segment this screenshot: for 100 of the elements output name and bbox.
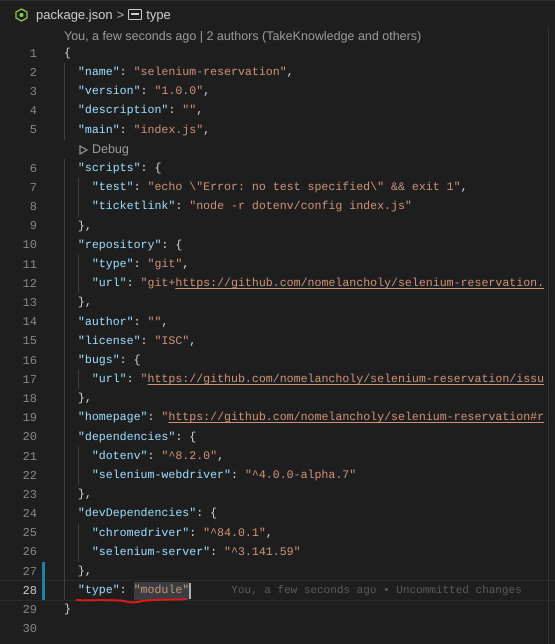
json-key: "selenium-server": [64, 544, 210, 562]
punctuation: :: [148, 410, 156, 426]
punctuation: ,: [196, 103, 204, 120]
json-key: "scripts": [64, 160, 141, 178]
string-value: "selenium-reservation": [134, 65, 287, 82]
string-value: "1.0.0": [154, 84, 204, 100]
string-value: "ISC": [154, 334, 190, 350]
punctuation: },: [76, 487, 92, 504]
punctuation: }: [64, 602, 71, 618]
json-key: "ticketlink": [64, 198, 176, 216]
selected-string: "module": [134, 582, 190, 600]
json-key: "description": [64, 102, 168, 120]
breadcrumb-file[interactable]: package.json: [36, 4, 113, 24]
json-key: "repository": [64, 236, 162, 254]
punctuation: },: [76, 218, 92, 235]
string-value: "^3.141.59": [224, 544, 301, 561]
play-icon: [79, 144, 88, 155]
punctuation: ,: [266, 526, 273, 542]
line-number: 3: [28, 84, 37, 101]
string-value: ": [161, 410, 168, 426]
text-cursor: [189, 582, 192, 599]
json-key: "test": [64, 179, 134, 197]
blame-header[interactable]: You, a few seconds ago | 2 authors (TakeKnowledge and others): [64, 26, 422, 46]
punctuation: :: [120, 122, 128, 139]
json-key: "type": [64, 256, 134, 274]
punctuation: :: [134, 180, 142, 196]
punctuation: :: [134, 256, 142, 273]
json-key: "url": [64, 371, 127, 388]
punctuation: :: [230, 468, 239, 484]
string-symbol-icon: [128, 9, 142, 20]
json-key: "selenium-webdriver": [64, 467, 231, 484]
url-link[interactable]: https://github.com/nomelancholy/selenium-reservation/issu: [148, 371, 544, 388]
string-value: "^4.0.0-alpha.7": [244, 468, 356, 484]
line-number: 29: [22, 602, 37, 620]
url-link[interactable]: https://github.com/nomelancholy/selenium-reservation#r: [168, 409, 544, 427]
punctuation: {: [64, 46, 71, 62]
json-key: "devDependencies": [64, 505, 196, 523]
punctuation: },: [76, 564, 92, 580]
punctuation: :: [134, 314, 142, 331]
punctuation: :: [168, 103, 176, 120]
punctuation: : {: [175, 430, 196, 446]
line-number: 18: [22, 390, 37, 408]
json-key: "license": [64, 332, 141, 350]
node-file-icon: [15, 8, 28, 22]
line-number: 5: [28, 122, 37, 140]
line-number: 28: [22, 582, 37, 600]
json-key: "bugs": [64, 352, 120, 370]
string-value: "index.js": [134, 122, 204, 139]
debug-codelens[interactable]: Debug: [79, 140, 129, 159]
string-value: ": [140, 372, 148, 388]
string-value: "^8.2.0": [161, 448, 218, 465]
string-value: "git+: [140, 276, 176, 292]
string-value: "^84.0.1": [203, 526, 266, 542]
punctuation: :: [140, 84, 148, 100]
line-number: 10: [22, 237, 37, 254]
url-link[interactable]: https://github.com/nomelancholy/selenium-reservation.: [175, 275, 544, 293]
string-value: "": [182, 103, 196, 120]
json-key: "version": [64, 83, 141, 101]
line-number: 22: [22, 468, 37, 485]
json-key: "dependencies": [64, 428, 176, 446]
line-number: 1: [28, 46, 37, 63]
line-number: 16: [22, 352, 37, 370]
inline-blame: You, a few seconds ago • Uncommitted changes: [231, 584, 522, 599]
line-number: 11: [22, 256, 37, 274]
punctuation: ,: [182, 256, 190, 273]
punctuation: : {: [120, 352, 141, 369]
line-number: 6: [28, 160, 37, 178]
line-number: 24: [22, 506, 37, 524]
json-key: "author": [64, 314, 134, 331]
line-number: 30: [22, 621, 37, 638]
line-number: 13: [22, 295, 37, 312]
punctuation: :: [148, 448, 156, 465]
punctuation: ,: [161, 314, 168, 331]
string-value: "node -r dotenv/config index.js": [189, 199, 412, 216]
punctuation: ,: [203, 84, 210, 100]
json-key: "name": [64, 64, 120, 82]
breadcrumb-separator: >: [116, 6, 124, 24]
string-value: "": [148, 314, 162, 331]
breadcrumb-symbol[interactable]: type: [146, 4, 171, 24]
line-number: 14: [22, 314, 37, 332]
line-number: 7: [28, 180, 37, 197]
line-number: 23: [22, 486, 37, 504]
punctuation: },: [76, 295, 92, 312]
line-number: 17: [22, 372, 37, 389]
punctuation: ,: [189, 334, 196, 350]
line-number: 4: [28, 103, 37, 120]
punctuation: : {: [196, 506, 218, 522]
line-number: 27: [22, 564, 37, 581]
punctuation: :: [126, 276, 135, 292]
json-key: "chromedriver": [64, 524, 190, 542]
line-number: 2: [28, 64, 37, 82]
punctuation: ,: [460, 180, 468, 196]
json-key: "type": [64, 582, 120, 600]
line-number: 20: [22, 429, 37, 446]
line-number: 9: [28, 218, 37, 236]
punctuation: ,: [286, 65, 294, 82]
line-number: 15: [22, 333, 37, 350]
punctuation: },: [76, 391, 92, 408]
json-key: "main": [64, 122, 120, 140]
string-value: "git": [148, 256, 182, 273]
